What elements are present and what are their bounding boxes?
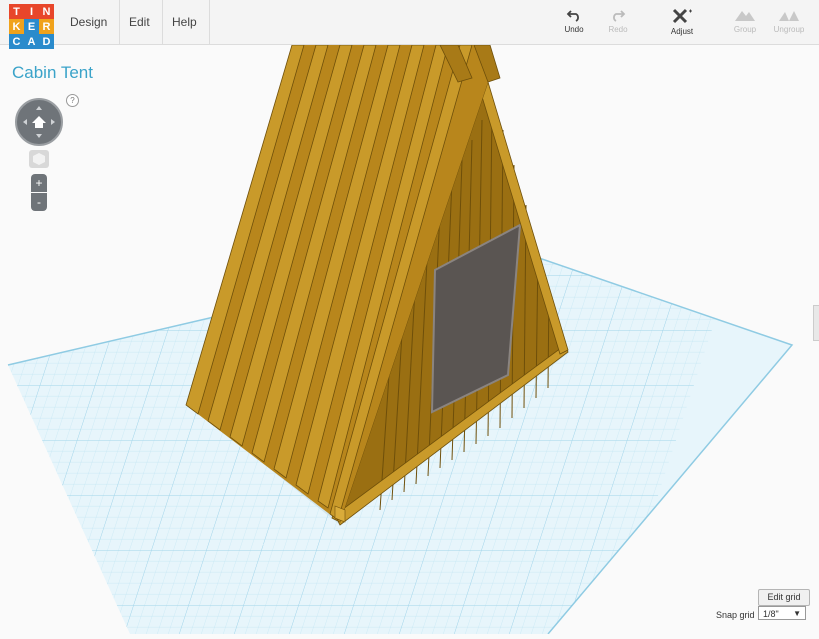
- redo-icon: [613, 10, 626, 22]
- menu-edit[interactable]: Edit: [117, 0, 163, 44]
- group-button[interactable]: Group: [723, 8, 767, 34]
- logo-letter: C: [9, 34, 24, 49]
- chevron-down-icon: ▼: [793, 609, 801, 618]
- viewcube-icon[interactable]: [29, 150, 49, 168]
- zoom-in-button[interactable]: +: [31, 174, 47, 192]
- scene-canvas: [7, 44, 794, 635]
- ungroup-button[interactable]: Ungroup: [767, 8, 811, 34]
- ungroup-label: Ungroup: [773, 25, 805, 34]
- help-icon[interactable]: ?: [66, 94, 79, 107]
- snap-grid-value: 1/8": [763, 609, 779, 619]
- logo-letter: R: [39, 19, 54, 34]
- logo-letter: A: [24, 34, 39, 49]
- adjust-label: Adjust: [670, 27, 694, 36]
- zoom-out-button[interactable]: -: [31, 193, 47, 211]
- logo-letter: E: [24, 19, 39, 34]
- snap-grid-select[interactable]: 1/8" ▼: [758, 606, 806, 620]
- top-toolbar: T I N K E R C A D Design Edit Help Undo …: [0, 0, 819, 49]
- edit-grid-button[interactable]: Edit grid: [758, 589, 810, 606]
- adjust-button[interactable]: Adjust: [660, 8, 704, 36]
- redo-button[interactable]: Redo: [596, 8, 640, 34]
- menu-help[interactable]: Help: [160, 0, 210, 44]
- logo-letter: D: [39, 34, 54, 49]
- undo-label: Undo: [564, 25, 584, 34]
- menu-design[interactable]: Design: [58, 0, 121, 44]
- 3d-viewport[interactable]: [0, 44, 819, 635]
- group-icon: [735, 11, 755, 21]
- logo-letter: N: [39, 4, 54, 19]
- redo-label: Redo: [608, 25, 628, 34]
- group-label: Group: [733, 25, 757, 34]
- home-icon: [23, 106, 55, 138]
- undo-icon: [566, 10, 579, 22]
- undo-button[interactable]: Undo: [552, 8, 596, 34]
- logo-letter: I: [24, 4, 39, 19]
- project-title[interactable]: Cabin Tent: [12, 63, 93, 83]
- adjust-icon: [672, 8, 692, 24]
- logo-letter: K: [9, 19, 24, 34]
- logo-letter: T: [9, 4, 24, 19]
- snap-grid-label: Snap grid: [716, 610, 755, 620]
- side-panel-tab[interactable]: [813, 305, 819, 341]
- orbit-control[interactable]: [15, 98, 63, 146]
- ungroup-icon: [779, 11, 799, 21]
- tinkercad-logo[interactable]: T I N K E R C A D: [9, 4, 54, 49]
